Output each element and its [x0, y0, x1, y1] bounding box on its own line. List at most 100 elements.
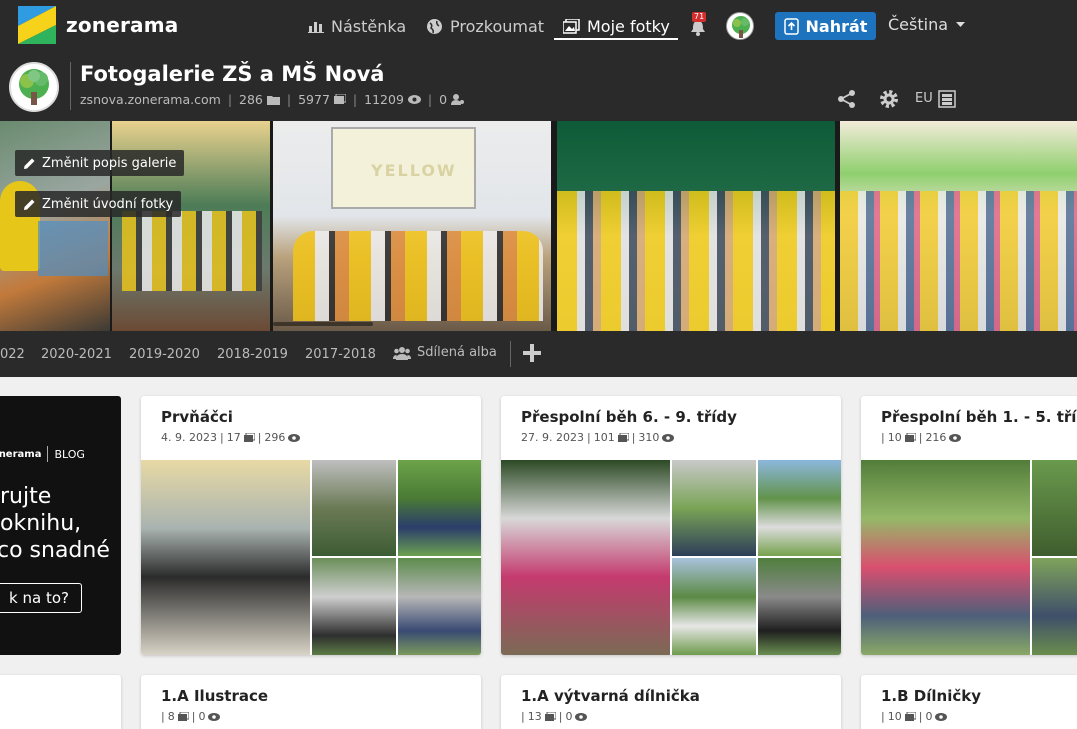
year-tab[interactable]: 2020-2021: [41, 347, 112, 362]
photos-icon: [544, 711, 556, 721]
album-title[interactable]: Přespolní běh 6. - 9. třídy: [521, 408, 737, 426]
year-tab[interactable]: 2019-2020: [129, 347, 200, 362]
album-thumbnails: [861, 460, 1077, 655]
share-icon[interactable]: [837, 89, 857, 109]
album-thumbnail[interactable]: [398, 558, 481, 655]
gallery-header: Fotogalerie ZŠ a MŠ Nová zsnova.zonerama…: [0, 52, 1077, 121]
edit-cover-label: Změnit úvodní fotky: [42, 196, 174, 212]
album-views-count: 0: [925, 710, 933, 723]
server-icon: [938, 90, 956, 108]
album-thumbnail[interactable]: [141, 460, 310, 655]
nav-explore[interactable]: Prozkoumat: [426, 15, 544, 37]
gallery-avatar[interactable]: [9, 62, 59, 112]
album-thumbnail[interactable]: [1032, 460, 1077, 556]
pencil-icon: [24, 158, 35, 169]
eye-icon: [288, 433, 301, 442]
user-avatar[interactable]: [726, 12, 754, 40]
gallery-tools: EU: [837, 88, 1077, 112]
album-thumbnails: [141, 460, 481, 655]
album-thumbnail[interactable]: [758, 460, 841, 556]
album-photos-count: 17: [226, 431, 241, 444]
logo-text[interactable]: zonerama: [66, 13, 178, 37]
tabs-divider: [510, 341, 511, 367]
album-meta: 27. 9. 2023 | 101 | 310: [521, 431, 675, 444]
photos-icon: [617, 432, 629, 442]
blog-promo[interactable]: zonerama BLOG rujte oknihu, co snadné k …: [0, 396, 121, 655]
nav-dashboard[interactable]: Nástěnka: [308, 15, 406, 37]
screen-text-decoration: YELLOW: [371, 161, 457, 180]
album-views-count: 310: [638, 431, 660, 444]
blog-cta-button[interactable]: k na to?: [0, 583, 82, 613]
album-card[interactable]: Přespolní běh 1. - 5. třídy | 10 | 216: [861, 396, 1077, 655]
album-meta: | 8 | 0: [161, 710, 221, 723]
album-title[interactable]: 1.B Dílničky: [881, 687, 981, 705]
blog-text-line: rujte: [0, 484, 52, 509]
edit-description-label: Změnit popis galerie: [42, 155, 177, 171]
blog-text-line: oknihu,: [0, 511, 82, 536]
plus-icon[interactable]: [522, 343, 542, 363]
album-title[interactable]: 1.A výtvarná dílnička: [521, 687, 700, 705]
edit-cover-button[interactable]: Změnit úvodní fotky: [15, 191, 182, 217]
top-navigation: zonerama Nástěnka Prozkoumat Moje fotky …: [0, 0, 1077, 52]
zonerama-logo-icon[interactable]: [18, 6, 56, 44]
upload-button[interactable]: Nahrát: [775, 12, 876, 40]
upload-icon: [783, 17, 799, 35]
language-label: Čeština: [888, 15, 949, 34]
year-tab[interactable]: 2017-2018: [305, 347, 376, 362]
blog-brand: zonerama BLOG: [0, 446, 85, 462]
album-photos-count: 10: [887, 710, 902, 723]
album-views-count: 216: [925, 431, 947, 444]
album-title[interactable]: Přespolní běh 1. - 5. třídy: [881, 408, 1077, 426]
album-thumbnail[interactable]: [1032, 558, 1077, 655]
photos-icon: [904, 432, 916, 442]
album-thumbnail[interactable]: [312, 558, 396, 655]
nav-my-photos[interactable]: Moje fotky: [563, 15, 670, 37]
album-date: 27. 9. 2023: [521, 431, 584, 444]
albums-count: 286: [239, 92, 263, 107]
cover-photo[interactable]: [557, 121, 835, 331]
album-card[interactable]: [0, 675, 121, 729]
cover-photo[interactable]: YELLOW: [273, 121, 551, 331]
header-divider: [70, 62, 71, 110]
album-thumbnail[interactable]: [501, 460, 670, 655]
gallery-domain[interactable]: zsnova.zonerama.com: [80, 92, 221, 107]
photos-icon: [177, 711, 189, 721]
album-title[interactable]: 1.A Ilustrace: [161, 687, 268, 705]
users-icon: [393, 346, 411, 360]
gear-icon[interactable]: [879, 89, 899, 109]
album-card[interactable]: 1.A výtvarná dílnička | 13 | 0: [501, 675, 841, 729]
language-selector[interactable]: Čeština: [888, 15, 966, 34]
region-label[interactable]: EU: [915, 91, 933, 106]
album-views-count: 0: [198, 710, 206, 723]
tree-logo-icon: [19, 69, 49, 105]
year-tab[interactable]: 022: [0, 347, 25, 362]
edit-description-button[interactable]: Změnit popis galerie: [15, 150, 185, 176]
eye-icon: [208, 712, 221, 721]
album-thumbnail[interactable]: [312, 460, 396, 556]
album-thumbnail[interactable]: [672, 460, 756, 556]
user-follow-icon: [451, 94, 465, 105]
album-thumbnail[interactable]: [861, 460, 1030, 655]
album-title[interactable]: Prvňáčci: [161, 408, 233, 426]
album-photos-count: 8: [167, 710, 175, 723]
album-meta: | 10 | 216: [881, 431, 962, 444]
photos-icon: [333, 94, 346, 104]
cover-scrollbar[interactable]: [273, 322, 373, 326]
album-thumbnail[interactable]: [672, 558, 756, 655]
album-card[interactable]: Přespolní běh 6. - 9. třídy 27. 9. 2023 |…: [501, 396, 841, 655]
album-card[interactable]: 1.A Ilustrace | 8 | 0: [141, 675, 481, 729]
eye-icon: [575, 712, 588, 721]
album-thumbnail[interactable]: [398, 460, 481, 556]
shared-albums-tab[interactable]: Sdílená alba: [393, 345, 497, 360]
album-thumbnail[interactable]: [758, 558, 841, 655]
album-photos-count: 13: [527, 710, 542, 723]
nav-dashboard-label: Nástěnka: [331, 16, 407, 36]
cover-photo[interactable]: [840, 121, 1077, 331]
album-card[interactable]: Prvňáčci 4. 9. 2023 | 17 | 296: [141, 396, 481, 655]
gallery-title: Fotogalerie ZŠ a MŠ Nová: [80, 62, 385, 86]
photos-icon: [563, 18, 580, 34]
album-card[interactable]: 1.B Dílničky | 10 | 0: [861, 675, 1077, 729]
year-tab[interactable]: 2018-2019: [217, 347, 288, 362]
photos-count: 5977: [298, 92, 330, 107]
nav-my-photos-label: Moje fotky: [587, 16, 670, 36]
